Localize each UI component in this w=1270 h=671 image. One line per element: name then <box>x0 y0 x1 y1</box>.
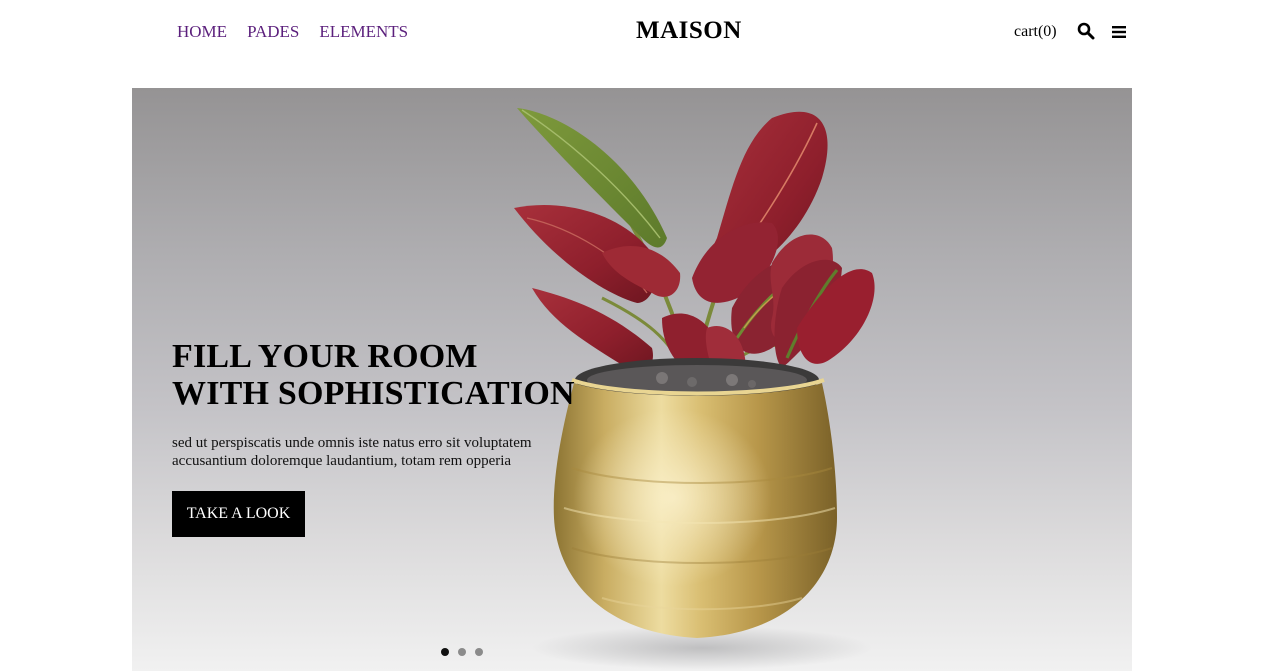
hero-title-line-1: FILL YOUR ROOM <box>172 338 478 375</box>
hero-title: FILL YOUR ROOM WITH SOPHISTICATION <box>172 338 575 412</box>
hero-description: sed ut perspiscatis unde omnis iste natu… <box>172 434 592 470</box>
header-actions: cart(0) <box>1014 22 1126 42</box>
cart-link[interactable]: cart(0) <box>1014 22 1057 42</box>
search-icon[interactable] <box>1077 22 1095 40</box>
slider-dot-3[interactable] <box>475 648 483 656</box>
page: HOME PADES ELEMENTS MAISON cart(0) FILL … <box>0 0 1270 671</box>
take-a-look-button[interactable]: TAKE A LOOK <box>172 491 305 537</box>
hero-title-line-2: WITH SOPHISTICATION <box>172 375 575 412</box>
hero-description-line-2: accusantium doloremque laudantium, totam… <box>172 453 512 469</box>
main-nav: HOME PADES ELEMENTS <box>177 22 408 42</box>
site-logo[interactable]: MAISON <box>636 16 742 46</box>
nav-link-elements[interactable]: ELEMENTS <box>319 22 408 42</box>
slider-pagination <box>441 648 483 656</box>
nav-link-home[interactable]: HOME <box>177 22 227 42</box>
slider-dot-1[interactable] <box>441 648 449 656</box>
hamburger-menu-icon[interactable] <box>1111 25 1126 39</box>
hero-slider: FILL YOUR ROOM WITH SOPHISTICATION sed u… <box>132 88 1132 671</box>
nav-link-pades[interactable]: PADES <box>247 22 299 42</box>
slider-dot-2[interactable] <box>458 648 466 656</box>
site-header: HOME PADES ELEMENTS MAISON cart(0) <box>0 0 1270 66</box>
hero-description-line-1: sed ut perspiscatis unde omnis iste natu… <box>172 435 532 451</box>
